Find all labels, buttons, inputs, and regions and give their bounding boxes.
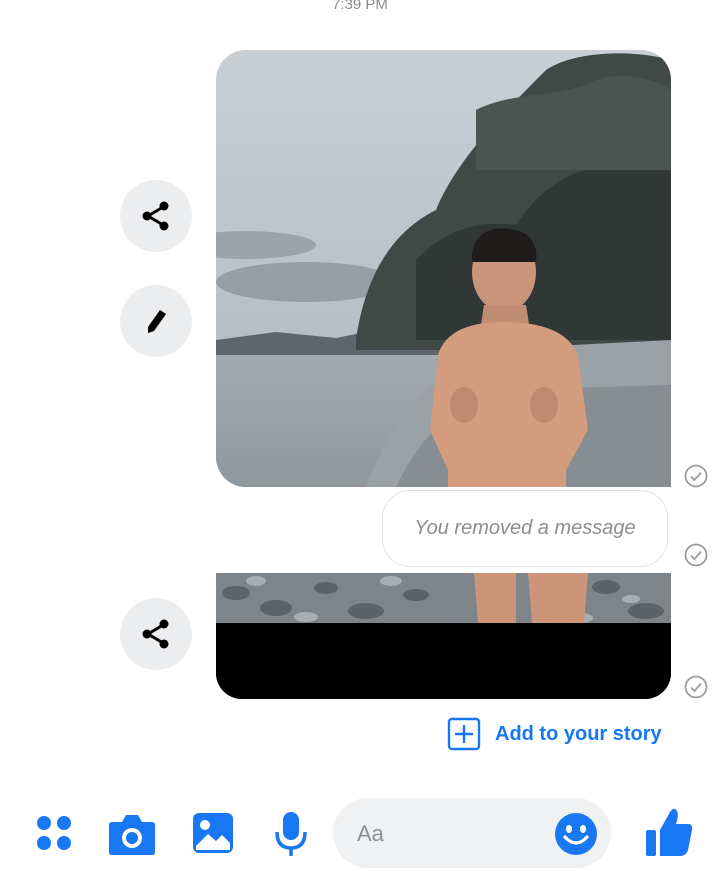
image-icon[interactable] — [192, 812, 234, 854]
add-to-story-label: Add to your story — [495, 722, 662, 745]
share-button[interactable] — [120, 180, 192, 252]
beach-photo — [216, 50, 671, 487]
sent-check-icon — [684, 464, 708, 488]
plus-square-icon — [447, 717, 481, 751]
microphone-icon[interactable] — [274, 810, 308, 858]
emoji-icon[interactable] — [554, 812, 598, 856]
timestamp: 7:39 PM — [332, 0, 388, 13]
add-to-story-button[interactable]: Add to your story — [447, 717, 662, 751]
photo-message[interactable] — [216, 50, 671, 487]
pencil-icon — [148, 310, 166, 333]
message-input[interactable]: Aa — [333, 798, 611, 868]
share-button[interactable] — [120, 598, 192, 670]
share-icon — [142, 619, 169, 649]
sent-check-icon — [684, 543, 708, 567]
message-placeholder: Aa — [357, 821, 384, 846]
edit-button[interactable] — [120, 285, 192, 357]
photo-message[interactable] — [216, 573, 671, 699]
camera-icon[interactable] — [108, 812, 156, 856]
beach-photo — [216, 573, 671, 699]
share-icon — [142, 201, 169, 231]
menu-dots-icon[interactable] — [34, 813, 74, 853]
removed-message-text: You removed a message — [414, 517, 636, 539]
removed-message-bubble: You removed a message — [382, 490, 668, 567]
thumbs-up-icon[interactable] — [644, 806, 694, 858]
sent-check-icon — [684, 675, 708, 699]
